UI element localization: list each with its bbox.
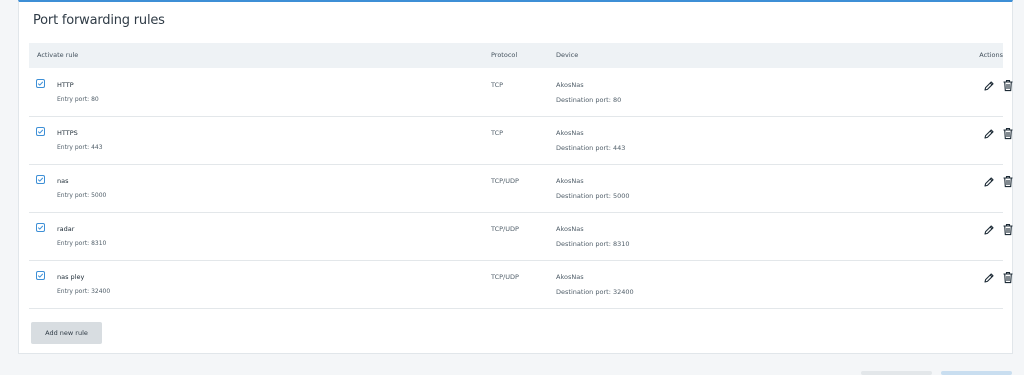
table-row: radar Entry port: 8310 TCP/UDP AkosNas D… bbox=[29, 212, 1013, 261]
destination-port: Destination port: 80 bbox=[556, 96, 622, 104]
trash-icon[interactable] bbox=[1002, 175, 1014, 188]
checkbox-checked-icon bbox=[37, 177, 44, 182]
rule-name: nas pley bbox=[57, 273, 85, 281]
activate-checkbox[interactable] bbox=[36, 271, 45, 280]
add-new-rule-button[interactable]: Add new rule bbox=[31, 322, 102, 344]
footer-primary-button[interactable] bbox=[941, 371, 1012, 375]
footer-secondary-button[interactable] bbox=[861, 371, 932, 375]
destination-port: Destination port: 5000 bbox=[556, 192, 630, 200]
protocol: TCP/UDP bbox=[491, 273, 519, 281]
table-header: Activate rule Protocol Device Actions bbox=[29, 43, 1003, 68]
trash-icon[interactable] bbox=[1002, 223, 1014, 236]
rule-name: radar bbox=[57, 225, 75, 233]
checkbox-checked-icon bbox=[37, 225, 44, 230]
trash-icon[interactable] bbox=[1002, 79, 1014, 92]
destination-port: Destination port: 8310 bbox=[556, 240, 630, 248]
destination-port: Destination port: 443 bbox=[556, 144, 626, 152]
rule-name: HTTPS bbox=[57, 129, 78, 137]
pencil-icon[interactable] bbox=[983, 176, 995, 188]
table-row: HTTPS Entry port: 443 TCP AkosNas Destin… bbox=[29, 116, 1013, 165]
device-name: AkosNas bbox=[556, 81, 584, 89]
port-forwarding-panel: Port forwarding rules Activate rule Prot… bbox=[18, 0, 1013, 354]
column-header-protocol: Protocol bbox=[491, 51, 518, 59]
protocol: TCP bbox=[491, 81, 504, 89]
table-row: HTTP Entry port: 80 TCP AkosNas Destinat… bbox=[29, 68, 1013, 117]
pencil-icon[interactable] bbox=[983, 128, 995, 140]
table-row: nas pley Entry port: 32400 TCP/UDP AkosN… bbox=[29, 260, 1013, 309]
device-name: AkosNas bbox=[556, 273, 584, 281]
activate-checkbox[interactable] bbox=[36, 223, 45, 232]
trash-icon[interactable] bbox=[1002, 127, 1014, 140]
protocol: TCP bbox=[491, 129, 504, 137]
trash-icon[interactable] bbox=[1002, 271, 1014, 284]
column-header-device: Device bbox=[556, 51, 579, 59]
device-name: AkosNas bbox=[556, 225, 584, 233]
table-row: nas Entry port: 5000 TCP/UDP AkosNas Des… bbox=[29, 164, 1013, 213]
entry-port: Entry port: 32400 bbox=[57, 288, 111, 295]
pencil-icon[interactable] bbox=[983, 224, 995, 236]
checkbox-checked-icon bbox=[37, 81, 44, 86]
checkbox-checked-icon bbox=[37, 129, 44, 134]
pencil-icon[interactable] bbox=[983, 80, 995, 92]
entry-port: Entry port: 80 bbox=[57, 96, 99, 103]
destination-port: Destination port: 32400 bbox=[556, 288, 634, 296]
section-title: Port forwarding rules bbox=[33, 13, 165, 28]
rule-name: HTTP bbox=[57, 81, 74, 89]
device-name: AkosNas bbox=[556, 129, 584, 137]
entry-port: Entry port: 5000 bbox=[57, 192, 107, 199]
column-header-activate: Activate rule bbox=[37, 51, 79, 59]
device-name: AkosNas bbox=[556, 177, 584, 185]
pencil-icon[interactable] bbox=[983, 272, 995, 284]
entry-port: Entry port: 443 bbox=[57, 144, 103, 151]
rule-name: nas bbox=[57, 177, 69, 185]
entry-port: Entry port: 8310 bbox=[57, 240, 107, 247]
protocol: TCP/UDP bbox=[491, 177, 519, 185]
activate-checkbox[interactable] bbox=[36, 79, 45, 88]
checkbox-checked-icon bbox=[37, 273, 44, 278]
column-header-actions: Actions bbox=[979, 51, 1003, 59]
activate-checkbox[interactable] bbox=[36, 175, 45, 184]
activate-checkbox[interactable] bbox=[36, 127, 45, 136]
protocol: TCP/UDP bbox=[491, 225, 519, 233]
